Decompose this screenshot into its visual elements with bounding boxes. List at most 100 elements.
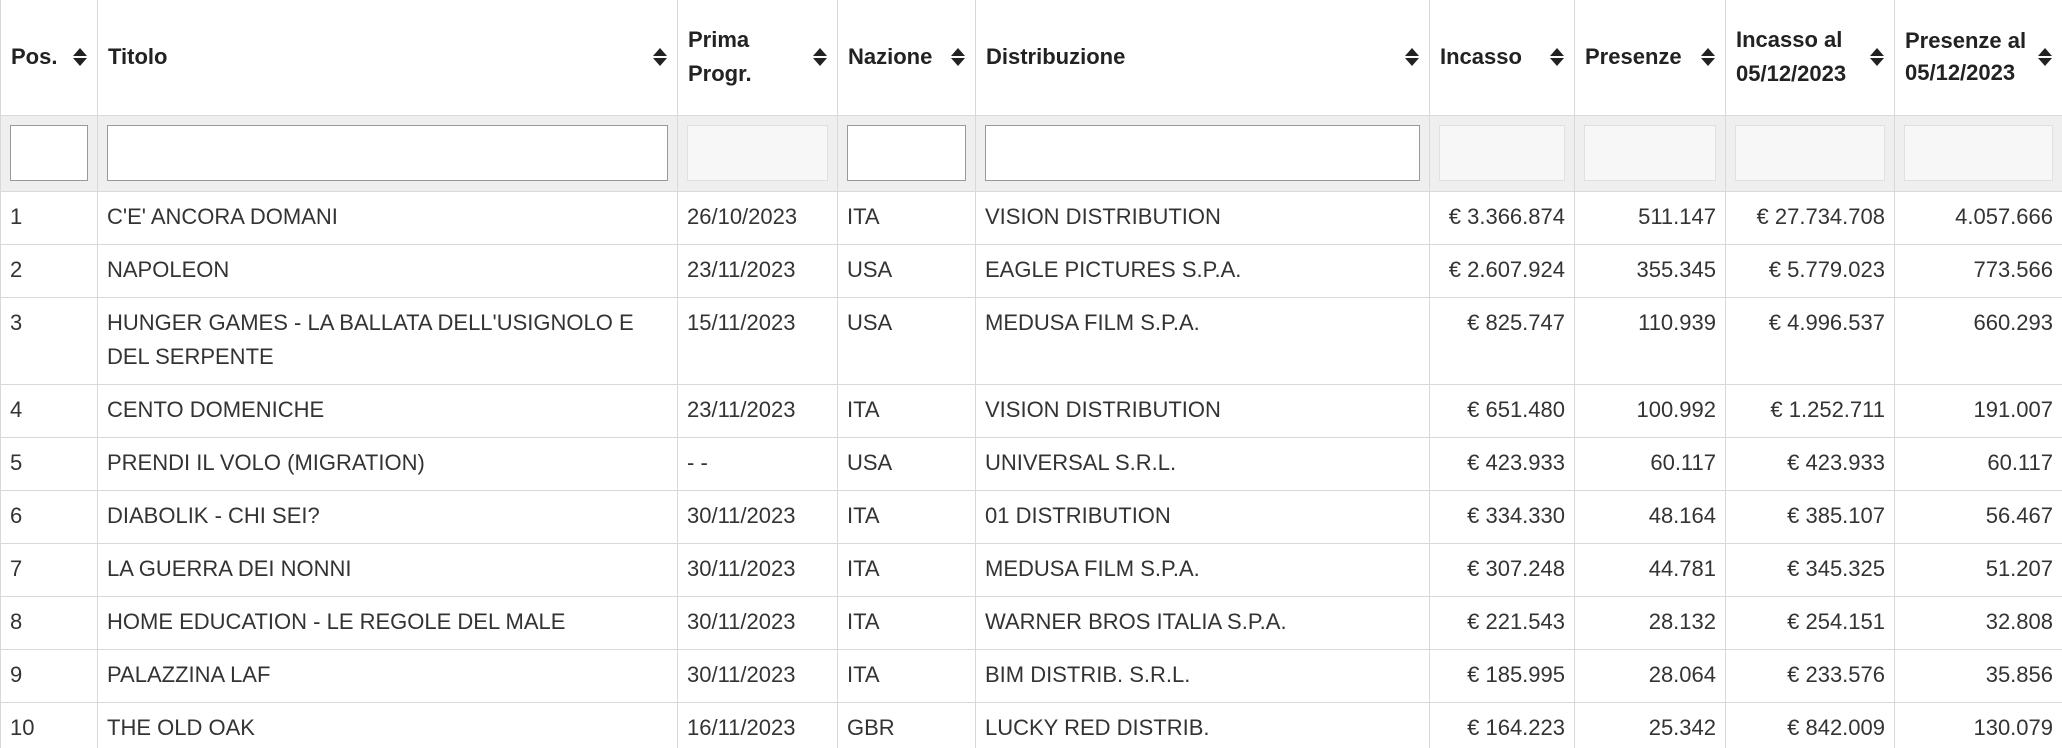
cell-presenze: 48.164: [1574, 489, 1726, 544]
cell-incasso-al: € 385.107: [1725, 489, 1895, 544]
cell-incasso: € 2.607.924: [1429, 243, 1575, 298]
sort-icon[interactable]: [1405, 46, 1419, 68]
column-header-incasso-al[interactable]: Incasso al 05/12/2023: [1725, 0, 1895, 116]
filter-input-pos[interactable]: [10, 125, 88, 181]
filter-cell: [1429, 114, 1575, 192]
column-header-label: Distribuzione: [986, 44, 1126, 70]
cell-incasso-al: € 345.325: [1725, 542, 1895, 597]
cell-nazione: ITA: [837, 489, 976, 544]
cell-prima: 15/11/2023: [677, 296, 838, 385]
filter-input-titolo[interactable]: [107, 125, 668, 181]
filter-input-incasso-al[interactable]: [1735, 125, 1885, 181]
cell-nazione: ITA: [837, 542, 976, 597]
cell-incasso-al: € 27.734.708: [1725, 190, 1895, 245]
column-header-label: Titolo: [108, 44, 168, 70]
cell-incasso-al: € 4.996.537: [1725, 296, 1895, 385]
column-header-titolo[interactable]: Titolo: [97, 0, 678, 116]
cell-presenze: 60.117: [1574, 436, 1726, 491]
filter-input-presenze[interactable]: [1584, 125, 1716, 181]
cell-distribuzione: EAGLE PICTURES S.P.A.: [975, 243, 1430, 298]
cell-pos: 10: [0, 701, 98, 748]
cell-distribuzione: VISION DISTRIBUTION: [975, 383, 1430, 438]
cell-nazione: ITA: [837, 190, 976, 245]
column-header-presenze[interactable]: Presenze: [1574, 0, 1726, 116]
cell-presenze-al: 32.808: [1894, 595, 2062, 650]
cell-incasso: € 3.366.874: [1429, 190, 1575, 245]
cell-pos: 1: [0, 190, 98, 245]
cell-prima: 23/11/2023: [677, 383, 838, 438]
filter-input-presenze-al[interactable]: [1904, 125, 2053, 181]
cell-distribuzione: UNIVERSAL S.R.L.: [975, 436, 1430, 491]
column-header-distribuzione[interactable]: Distribuzione: [975, 0, 1430, 116]
column-header-label: Presenze: [1585, 44, 1682, 70]
cell-pos: 5: [0, 436, 98, 491]
cell-incasso: € 651.480: [1429, 383, 1575, 438]
cell-presenze-al: 4.057.666: [1894, 190, 2062, 245]
column-header-prima-progr[interactable]: Prima Progr.: [677, 0, 838, 116]
cell-incasso-al: € 842.009: [1725, 701, 1895, 748]
cell-titolo: PALAZZINA LAF: [97, 648, 678, 703]
cell-incasso: € 423.933: [1429, 436, 1575, 491]
cell-incasso-al: € 1.252.711: [1725, 383, 1895, 438]
cell-nazione: GBR: [837, 701, 976, 748]
cell-distribuzione: VISION DISTRIBUTION: [975, 190, 1430, 245]
cell-incasso-al: € 233.576: [1725, 648, 1895, 703]
cell-incasso-al: € 5.779.023: [1725, 243, 1895, 298]
cell-titolo: DIABOLIK - CHI SEI?: [97, 489, 678, 544]
cell-distribuzione: WARNER BROS ITALIA S.P.A.: [975, 595, 1430, 650]
cell-pos: 2: [0, 243, 98, 298]
cell-titolo: NAPOLEON: [97, 243, 678, 298]
cell-distribuzione: MEDUSA FILM S.P.A.: [975, 542, 1430, 597]
filter-input-distribuzione[interactable]: [985, 125, 1420, 181]
cell-presenze-al: 773.566: [1894, 243, 2062, 298]
cell-pos: 9: [0, 648, 98, 703]
column-header-pos[interactable]: Pos.: [0, 0, 98, 116]
cell-incasso-al: € 254.151: [1725, 595, 1895, 650]
sort-icon[interactable]: [653, 46, 667, 68]
column-header-label: Pos.: [11, 44, 58, 70]
cell-prima: 30/11/2023: [677, 542, 838, 597]
column-header-label: Incasso: [1440, 44, 1522, 70]
cell-prima: 23/11/2023: [677, 243, 838, 298]
column-header-nazione[interactable]: Nazione: [837, 0, 976, 116]
sort-icon[interactable]: [73, 46, 87, 68]
filter-cell: [1725, 114, 1895, 192]
cell-pos: 7: [0, 542, 98, 597]
cell-pos: 6: [0, 489, 98, 544]
cell-presenze: 28.132: [1574, 595, 1726, 650]
filter-input-incasso[interactable]: [1439, 125, 1565, 181]
column-header-label: Presenze al 05/12/2023: [1905, 28, 2027, 86]
sort-icon[interactable]: [1870, 46, 1884, 68]
cell-incasso: € 307.248: [1429, 542, 1575, 597]
filter-row: [0, 114, 2062, 192]
cell-prima: 30/11/2023: [677, 489, 838, 544]
cell-nazione: ITA: [837, 383, 976, 438]
column-header-incasso[interactable]: Incasso: [1429, 0, 1575, 116]
cell-presenze-al: 191.007: [1894, 383, 2062, 438]
sort-icon[interactable]: [1701, 46, 1715, 68]
sort-icon[interactable]: [1550, 46, 1564, 68]
sort-icon[interactable]: [951, 46, 965, 68]
column-header-label: Incasso al 05/12/2023: [1736, 27, 1847, 87]
cell-presenze: 25.342: [1574, 701, 1726, 748]
cell-presenze: 100.992: [1574, 383, 1726, 438]
column-header-label: Prima Progr.: [688, 27, 752, 87]
table-row: 2 NAPOLEON 23/11/2023 USA EAGLE PICTURES S.P…: [0, 243, 2062, 298]
cell-presenze-al: 35.856: [1894, 648, 2062, 703]
filter-input-prima-progr[interactable]: [687, 125, 828, 181]
filter-input-nazione[interactable]: [847, 125, 966, 181]
cell-prima: - -: [677, 436, 838, 491]
sort-icon[interactable]: [2038, 46, 2052, 68]
table-body: 1 C'E' ANCORA DOMANI 26/10/2023 ITA VISION D…: [0, 190, 2062, 748]
cell-titolo: THE OLD OAK: [97, 701, 678, 748]
cell-titolo: LA GUERRA DEI NONNI: [97, 542, 678, 597]
cell-prima: 30/11/2023: [677, 595, 838, 650]
cell-presenze-al: 56.467: [1894, 489, 2062, 544]
column-header-presenze-al[interactable]: Presenze al 05/12/2023: [1894, 0, 2062, 116]
cell-nazione: USA: [837, 296, 976, 385]
filter-cell: [837, 114, 976, 192]
sort-icon[interactable]: [813, 46, 827, 68]
cell-prima: 26/10/2023: [677, 190, 838, 245]
cell-incasso: € 164.223: [1429, 701, 1575, 748]
box-office-table: Pos. Titolo Prima Progr. Nazione Distrib…: [0, 0, 2062, 748]
